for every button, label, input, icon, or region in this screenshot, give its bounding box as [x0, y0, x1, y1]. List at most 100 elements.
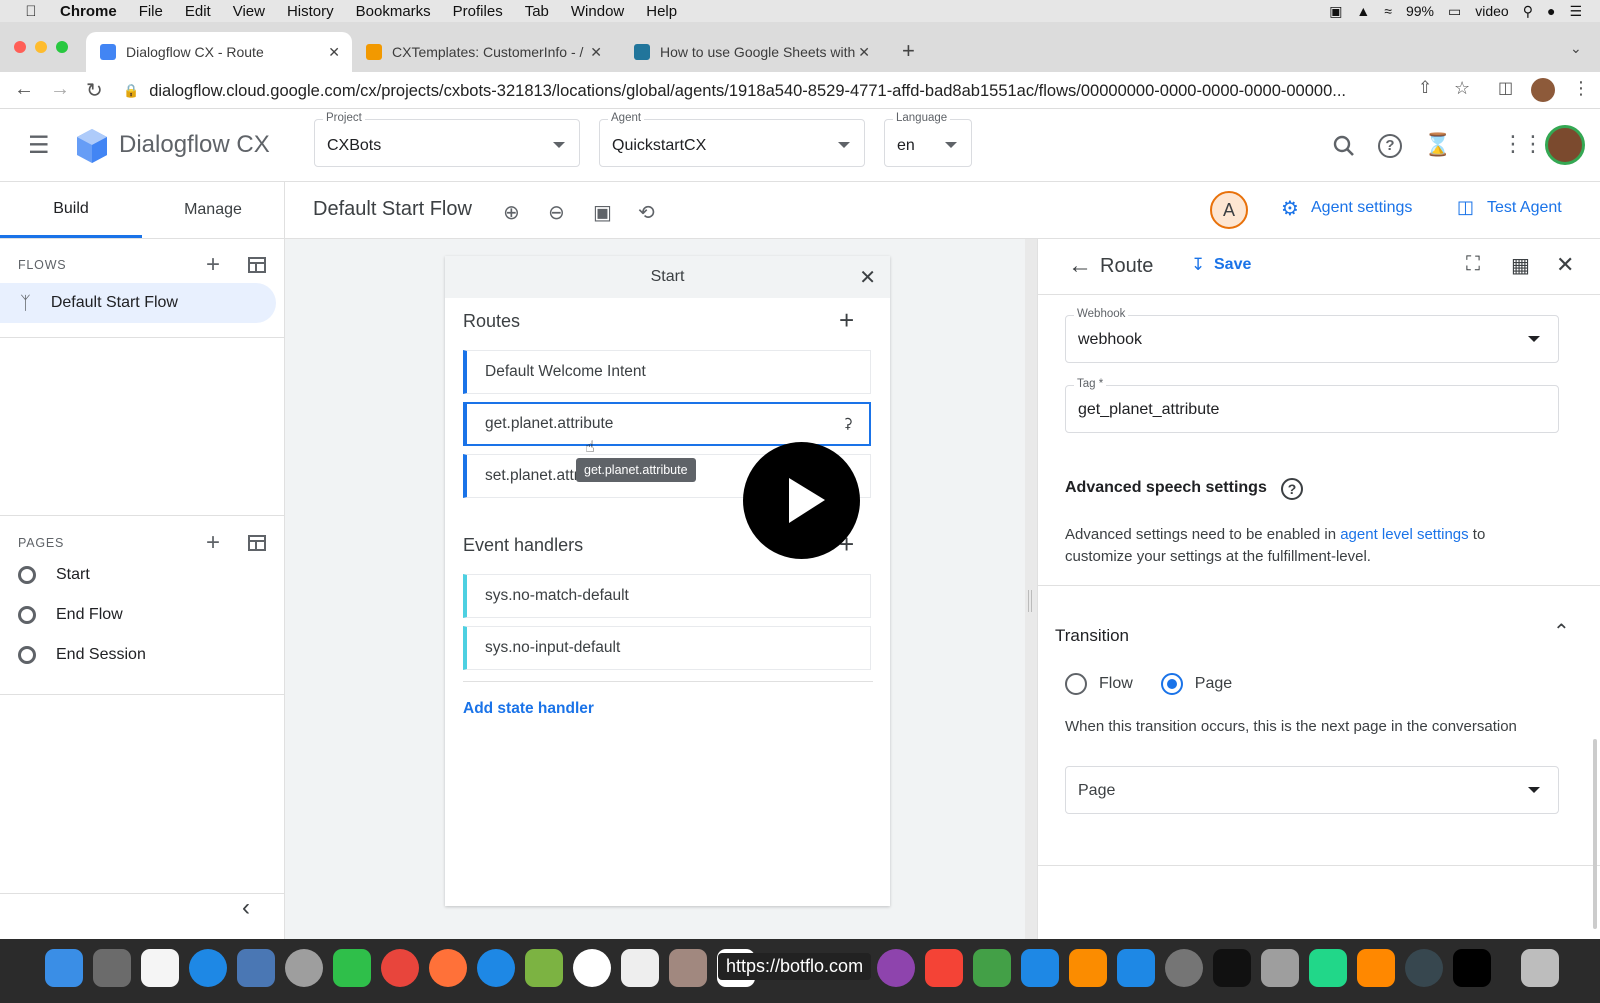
page-select[interactable]: Page: [1065, 766, 1559, 814]
save-button[interactable]: Save: [1214, 256, 1251, 274]
person-icon[interactable]: ▲: [1356, 3, 1370, 19]
chevron-up-icon[interactable]: ⌃: [1553, 619, 1570, 644]
fullscreen-icon[interactable]: ⛶: [1466, 253, 1480, 276]
menu-tab[interactable]: Tab: [525, 3, 549, 20]
notes-icon[interactable]: [141, 949, 179, 987]
menu-help[interactable]: Help: [646, 3, 677, 20]
radio-page[interactable]: [1160, 673, 1183, 695]
keynote-icon[interactable]: [1021, 949, 1059, 987]
fit-screen-icon[interactable]: ▣: [593, 200, 612, 225]
back-arrow-icon[interactable]: ←: [1068, 252, 1092, 280]
flows-table-icon[interactable]: [248, 257, 266, 273]
tag-input[interactable]: Tag * get_planet_attribute: [1065, 378, 1559, 433]
chrome-menu-icon[interactable]: ⋮: [1572, 78, 1590, 99]
zoom-out-icon[interactable]: ⊖: [548, 200, 565, 225]
battery-icon[interactable]: ▭: [1448, 3, 1461, 20]
hamburger-menu-icon[interactable]: ☰: [28, 131, 50, 160]
webhook-select[interactable]: Webhook webhook: [1065, 308, 1559, 363]
menu-window[interactable]: Window: [571, 3, 624, 20]
tab-dialogflow-route[interactable]: Dialogflow CX - Route ✕: [86, 32, 352, 72]
tab-build[interactable]: Build: [0, 182, 142, 238]
project-select[interactable]: Project CXBots: [314, 112, 580, 167]
pages-app-icon[interactable]: [1069, 949, 1107, 987]
url-field[interactable]: 🔒 dialogflow.cloud.google.com/cx/project…: [123, 78, 1403, 104]
news-icon[interactable]: [925, 949, 963, 987]
close-tab-icon[interactable]: ✕: [328, 44, 340, 61]
finder-icon[interactable]: [45, 949, 83, 987]
agent-select[interactable]: Agent QuickstartCX: [599, 112, 865, 167]
sidebar-item-default-start-flow[interactable]: ᛉ Default Start Flow: [0, 283, 276, 323]
bookmark-star-icon[interactable]: ☆: [1454, 78, 1470, 99]
menu-bookmarks[interactable]: Bookmarks: [356, 3, 431, 20]
terminal-icon[interactable]: [1453, 949, 1491, 987]
podcasts-icon[interactable]: [877, 949, 915, 987]
new-tab-icon[interactable]: +: [902, 38, 915, 64]
tab-search-chevron-icon[interactable]: ⌄: [1570, 40, 1582, 57]
help-icon[interactable]: ?: [1281, 478, 1303, 500]
preview-icon[interactable]: [237, 949, 275, 987]
facetime-icon[interactable]: [333, 949, 371, 987]
close-icon[interactable]: ✕: [859, 265, 876, 290]
menu-history[interactable]: History: [287, 3, 334, 20]
reload-icon[interactable]: ↻: [86, 78, 103, 103]
firefox-icon[interactable]: [429, 949, 467, 987]
share-icon[interactable]: ⇧: [1418, 78, 1432, 98]
quicktime-icon[interactable]: [1405, 949, 1443, 987]
event-no-match-default[interactable]: sys.no-match-default: [463, 574, 871, 618]
photos-icon[interactable]: [573, 949, 611, 987]
apple-tv-icon[interactable]: [1213, 949, 1251, 987]
gear-icon[interactable]: ⚙: [1281, 196, 1299, 221]
close-window-icon[interactable]: [14, 41, 26, 53]
textedit-icon[interactable]: [621, 949, 659, 987]
chat-icon[interactable]: ◫: [1457, 197, 1474, 218]
menu-edit[interactable]: Edit: [185, 3, 211, 20]
maps-icon[interactable]: [525, 949, 563, 987]
collaborator-avatar[interactable]: A: [1210, 191, 1248, 229]
route-default-welcome-intent[interactable]: Default Welcome Intent: [463, 350, 871, 394]
add-route-icon[interactable]: +: [839, 305, 854, 336]
safari-icon[interactable]: [189, 949, 227, 987]
launchpad-icon[interactable]: [93, 949, 131, 987]
language-select[interactable]: Language en: [884, 112, 972, 167]
video-play-button[interactable]: [743, 442, 860, 559]
menu-view[interactable]: View: [233, 3, 265, 20]
search-icon[interactable]: [1333, 135, 1355, 157]
contacts-icon[interactable]: [669, 949, 707, 987]
pycharm-icon[interactable]: [1309, 949, 1347, 987]
maximize-window-icon[interactable]: [56, 41, 68, 53]
camera-icon[interactable]: ▣: [1329, 3, 1342, 20]
control-center-icon[interactable]: ☰: [1569, 3, 1582, 20]
test-agent-button[interactable]: Test Agent: [1487, 199, 1562, 217]
profile-avatar[interactable]: [1531, 78, 1555, 102]
trash-icon[interactable]: [1521, 949, 1559, 987]
page-item-end-session[interactable]: End Session: [18, 646, 146, 664]
forward-icon[interactable]: →: [50, 78, 70, 101]
menu-profiles[interactable]: Profiles: [453, 3, 503, 20]
radio-flow[interactable]: [1065, 673, 1087, 695]
page-item-start[interactable]: Start: [18, 566, 90, 584]
add-state-handler-link[interactable]: Add state handler: [463, 700, 594, 718]
close-panel-icon[interactable]: ✕: [1556, 252, 1574, 278]
messages-icon[interactable]: [477, 949, 515, 987]
wifi-icon[interactable]: ≈: [1384, 3, 1392, 19]
menu-user[interactable]: video: [1475, 3, 1508, 19]
scrollbar[interactable]: [1593, 739, 1597, 929]
tab-manage[interactable]: Manage: [142, 182, 284, 238]
exit-fullscreen-icon[interactable]: ▦: [1511, 253, 1530, 278]
event-no-input-default[interactable]: sys.no-input-default: [463, 626, 871, 670]
user-avatar[interactable]: [1545, 125, 1585, 165]
agent-level-settings-link[interactable]: agent level settings: [1340, 526, 1468, 543]
system-preferences-icon[interactable]: [1165, 949, 1203, 987]
disk-utility-icon[interactable]: [1261, 949, 1299, 987]
menu-file[interactable]: File: [139, 3, 163, 20]
photo-booth-icon[interactable]: [285, 949, 323, 987]
minimize-window-icon[interactable]: [35, 41, 47, 53]
panel-resize-handle[interactable]: [1028, 590, 1032, 612]
app-store-icon[interactable]: [1117, 949, 1155, 987]
agent-settings-button[interactable]: Agent settings: [1311, 199, 1412, 217]
collapse-panel-chevron-icon[interactable]: ‹: [242, 894, 250, 922]
spotlight-icon[interactable]: ⚲: [1523, 3, 1533, 20]
siri-icon[interactable]: ●: [1547, 3, 1555, 19]
zoom-in-icon[interactable]: ⊕: [503, 200, 520, 225]
close-tab-icon[interactable]: ✕: [590, 44, 602, 61]
